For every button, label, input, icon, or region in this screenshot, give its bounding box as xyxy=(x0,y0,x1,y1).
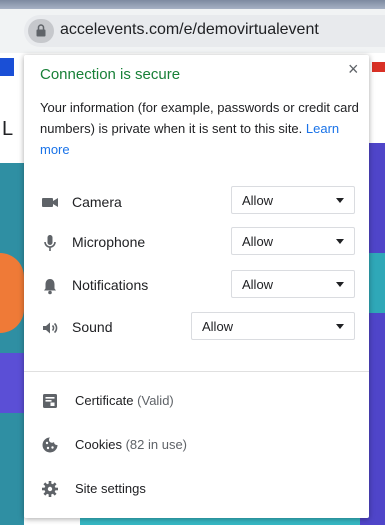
permission-label-camera: Camera xyxy=(72,194,122,210)
certificate-row[interactable]: Certificate (Valid) xyxy=(24,380,369,422)
site-settings-label: Site settings xyxy=(75,481,146,496)
certificate-status: (Valid) xyxy=(137,393,174,408)
page-decor-orange xyxy=(0,253,24,333)
microphone-icon xyxy=(44,235,56,251)
chevron-down-icon xyxy=(336,198,344,203)
connection-description: Your information (for example, passwords… xyxy=(40,97,360,160)
certificate-label: Certificate (Valid) xyxy=(75,393,174,408)
camera-icon xyxy=(42,198,58,207)
chevron-down-icon xyxy=(336,324,344,329)
window-titlebar xyxy=(0,0,385,9)
page-heading-fragment: L xyxy=(2,118,14,140)
url-text[interactable]: accelevents.com/e/demovirtualevent xyxy=(60,21,319,39)
certificate-text: Certificate xyxy=(75,393,134,408)
permission-label-sound: Sound xyxy=(72,319,113,335)
close-icon[interactable]: × xyxy=(348,59,359,80)
notifications-permission-select[interactable]: Allow xyxy=(231,270,355,298)
gear-icon xyxy=(42,481,58,497)
page-decor-purple xyxy=(0,353,24,413)
site-settings-row[interactable]: Site settings xyxy=(24,468,369,510)
page-accent xyxy=(372,62,385,72)
camera-permission-value: Allow xyxy=(242,193,274,208)
page-badge xyxy=(0,58,14,76)
sound-permission-select[interactable]: Allow xyxy=(191,312,355,340)
camera-permission-select[interactable]: Allow xyxy=(231,186,355,214)
cookies-label: Cookies (82 in use) xyxy=(75,437,187,452)
microphone-permission-value: Allow xyxy=(242,234,274,249)
certificate-icon xyxy=(43,394,57,408)
speaker-icon xyxy=(43,322,58,334)
connection-status-title: Connection is secure xyxy=(40,66,181,83)
notifications-permission-value: Allow xyxy=(242,277,274,292)
section-divider xyxy=(24,371,369,372)
cookies-status: (82 in use) xyxy=(125,437,188,452)
page-decor-teal xyxy=(0,163,24,525)
site-info-popup: Connection is secure × Your information … xyxy=(24,55,369,518)
cookie-icon xyxy=(42,437,58,453)
microphone-permission-select[interactable]: Allow xyxy=(231,227,355,255)
bell-icon xyxy=(44,279,56,295)
lock-icon xyxy=(36,24,46,37)
chevron-down-icon xyxy=(336,282,344,287)
chevron-down-icon xyxy=(336,239,344,244)
cookies-row[interactable]: Cookies (82 in use) xyxy=(24,424,369,466)
site-info-button[interactable] xyxy=(28,19,54,43)
cookies-text: Cookies xyxy=(75,437,122,452)
permission-label-notifications: Notifications xyxy=(72,277,149,293)
permission-label-microphone: Microphone xyxy=(72,234,146,250)
sound-permission-value: Allow xyxy=(202,319,234,334)
